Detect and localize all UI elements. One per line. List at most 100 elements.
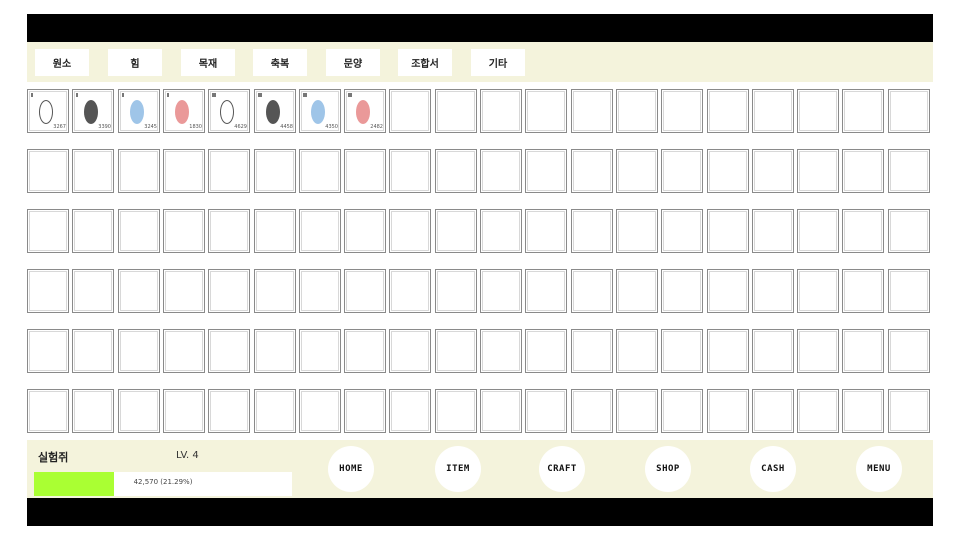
inventory-slot[interactable]: 4350 — [299, 89, 341, 133]
inventory-slot[interactable] — [752, 209, 794, 253]
inventory-slot[interactable] — [27, 209, 69, 253]
inventory-slot[interactable] — [752, 329, 794, 373]
inventory-slot[interactable] — [616, 389, 658, 433]
inventory-slot[interactable] — [163, 389, 205, 433]
inventory-slot[interactable] — [571, 89, 613, 133]
inventory-slot[interactable] — [118, 389, 160, 433]
inventory-slot[interactable] — [344, 209, 386, 253]
inventory-slot[interactable] — [118, 329, 160, 373]
inventory-slot[interactable] — [797, 329, 839, 373]
tab-pattern[interactable]: 문양 — [326, 49, 380, 76]
tab-element[interactable]: 원소 — [35, 49, 89, 76]
inventory-slot[interactable] — [752, 89, 794, 133]
inventory-slot[interactable] — [208, 269, 250, 313]
inventory-slot[interactable] — [389, 89, 431, 133]
inventory-slot[interactable] — [389, 329, 431, 373]
inventory-slot[interactable] — [480, 329, 522, 373]
inventory-slot[interactable] — [435, 209, 477, 253]
inventory-slot[interactable] — [254, 389, 296, 433]
inventory-slot[interactable] — [842, 329, 884, 373]
inventory-slot[interactable] — [571, 149, 613, 193]
inventory-slot[interactable] — [842, 149, 884, 193]
inventory-slot[interactable] — [888, 329, 930, 373]
inventory-slot[interactable] — [480, 269, 522, 313]
craft-button[interactable]: CRAFT — [539, 446, 585, 492]
inventory-slot[interactable] — [707, 89, 749, 133]
inventory-slot[interactable] — [435, 269, 477, 313]
menu-button[interactable]: MENU — [856, 446, 902, 492]
inventory-slot[interactable] — [571, 269, 613, 313]
inventory-slot[interactable] — [525, 149, 567, 193]
inventory-slot[interactable] — [344, 329, 386, 373]
inventory-slot[interactable] — [661, 149, 703, 193]
tab-recipe[interactable]: 조합서 — [398, 49, 452, 76]
inventory-slot[interactable] — [435, 389, 477, 433]
inventory-slot[interactable] — [797, 89, 839, 133]
inventory-slot[interactable] — [344, 149, 386, 193]
inventory-slot[interactable] — [208, 209, 250, 253]
inventory-slot[interactable] — [480, 89, 522, 133]
inventory-slot[interactable] — [480, 389, 522, 433]
inventory-slot[interactable]: 3390 — [72, 89, 114, 133]
cash-button[interactable]: CASH — [750, 446, 796, 492]
tab-wood[interactable]: 목재 — [181, 49, 235, 76]
inventory-slot[interactable]: 2482 — [344, 89, 386, 133]
inventory-slot[interactable] — [254, 329, 296, 373]
inventory-slot[interactable] — [344, 269, 386, 313]
inventory-slot[interactable] — [797, 389, 839, 433]
inventory-slot[interactable] — [616, 329, 658, 373]
inventory-slot[interactable] — [525, 269, 567, 313]
inventory-slot[interactable] — [525, 89, 567, 133]
inventory-slot[interactable] — [888, 149, 930, 193]
inventory-slot[interactable] — [525, 389, 567, 433]
inventory-slot[interactable] — [299, 269, 341, 313]
inventory-slot[interactable] — [707, 269, 749, 313]
inventory-slot[interactable] — [118, 149, 160, 193]
inventory-slot[interactable] — [525, 329, 567, 373]
inventory-slot[interactable] — [254, 269, 296, 313]
inventory-slot[interactable] — [480, 149, 522, 193]
inventory-slot[interactable] — [752, 389, 794, 433]
inventory-slot[interactable] — [707, 389, 749, 433]
inventory-slot[interactable] — [842, 269, 884, 313]
inventory-slot[interactable] — [27, 329, 69, 373]
inventory-slot[interactable] — [707, 149, 749, 193]
inventory-slot[interactable] — [435, 89, 477, 133]
inventory-slot[interactable] — [752, 269, 794, 313]
inventory-slot[interactable] — [72, 389, 114, 433]
inventory-slot[interactable] — [118, 209, 160, 253]
inventory-slot[interactable] — [389, 209, 431, 253]
inventory-slot[interactable] — [72, 329, 114, 373]
inventory-slot[interactable] — [842, 89, 884, 133]
inventory-slot[interactable] — [616, 209, 658, 253]
item-button[interactable]: ITEM — [435, 446, 481, 492]
inventory-slot[interactable] — [435, 329, 477, 373]
inventory-slot[interactable] — [163, 209, 205, 253]
inventory-slot[interactable] — [299, 329, 341, 373]
inventory-slot[interactable] — [72, 149, 114, 193]
inventory-slot[interactable] — [163, 269, 205, 313]
inventory-slot[interactable] — [661, 209, 703, 253]
inventory-slot[interactable] — [888, 269, 930, 313]
inventory-slot[interactable] — [118, 269, 160, 313]
inventory-slot[interactable] — [616, 269, 658, 313]
inventory-slot[interactable] — [797, 269, 839, 313]
inventory-slot[interactable] — [480, 209, 522, 253]
inventory-slot[interactable] — [299, 389, 341, 433]
inventory-slot[interactable] — [208, 149, 250, 193]
inventory-slot[interactable]: 3267 — [27, 89, 69, 133]
inventory-slot[interactable] — [208, 389, 250, 433]
inventory-slot[interactable] — [72, 269, 114, 313]
inventory-slot[interactable] — [797, 149, 839, 193]
inventory-slot[interactable] — [888, 89, 930, 133]
inventory-slot[interactable]: 1830 — [163, 89, 205, 133]
inventory-slot[interactable] — [299, 209, 341, 253]
inventory-slot[interactable]: 4458 — [254, 89, 296, 133]
inventory-slot[interactable] — [389, 149, 431, 193]
inventory-slot[interactable] — [661, 329, 703, 373]
tab-blessing[interactable]: 축복 — [253, 49, 307, 76]
inventory-slot[interactable] — [435, 149, 477, 193]
inventory-slot[interactable] — [208, 329, 250, 373]
inventory-slot[interactable] — [571, 209, 613, 253]
inventory-slot[interactable] — [163, 149, 205, 193]
